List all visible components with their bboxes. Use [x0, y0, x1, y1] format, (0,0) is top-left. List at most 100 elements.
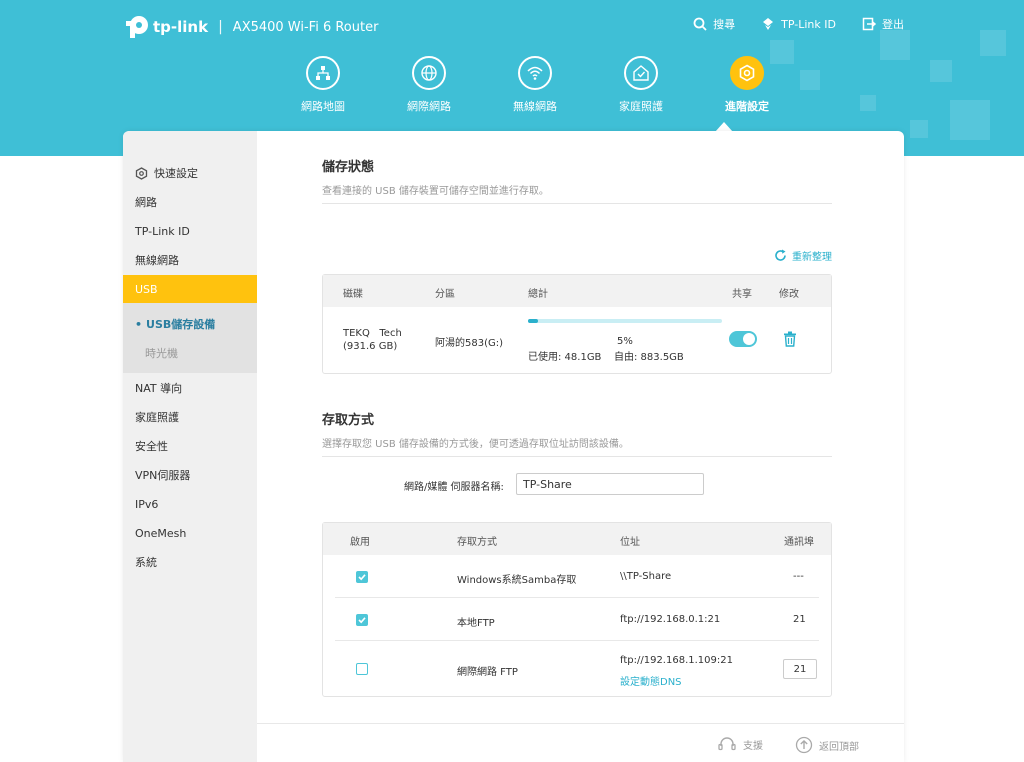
sidebar-item-label: 快速設定	[154, 167, 198, 180]
back-to-top-label: 返回頂部	[819, 741, 859, 753]
enable-internet-ftp-checkbox[interactable]	[356, 663, 368, 675]
support-link[interactable]: 支援	[717, 736, 763, 752]
disk-partition: 阿湯的583(G:)	[435, 338, 504, 349]
sidebar-item-label: 安全性	[135, 440, 168, 453]
back-to-top-link[interactable]: 返回頂部	[795, 736, 859, 754]
toggle-knob	[743, 333, 755, 345]
sidebar-item-security[interactable]: 安全性	[123, 432, 257, 460]
sidebar-item-vpn[interactable]: VPN伺服器	[123, 461, 257, 489]
col-total: 總計	[528, 289, 548, 300]
free-space: 自由: 883.5GB	[614, 352, 684, 363]
col-share: 共享	[732, 289, 752, 300]
sidebar-item-system[interactable]: 系統	[123, 548, 257, 576]
sidebar-item-quick-setup[interactable]: 快速設定	[123, 159, 257, 187]
sidebar-item-label: 家庭照護	[135, 411, 179, 424]
server-name-input[interactable]	[516, 473, 704, 495]
share-toggle[interactable]	[729, 331, 757, 347]
arrow-up-circle-icon	[795, 736, 813, 754]
sidebar-item-wireless[interactable]: 無線網路	[123, 246, 257, 274]
col-address: 位址	[620, 537, 640, 548]
disk-name: TEKQ Tech (931.6 GB)	[343, 328, 405, 352]
method-samba: Windows系統Samba存取	[457, 575, 577, 586]
nav-advanced[interactable]: 進階設定	[694, 56, 800, 114]
usb-submenu: • USB儲存設備 時光機	[123, 303, 257, 373]
sidebar-subitem-usb-storage[interactable]: • USB儲存設備	[123, 310, 257, 338]
sidebar-item-usb[interactable]: USB	[123, 275, 257, 303]
wifi-icon	[518, 56, 552, 90]
sidebar-item-label: OneMesh	[135, 526, 187, 540]
search-icon	[693, 17, 707, 31]
internet-ftp-port-input[interactable]	[783, 659, 817, 679]
network-map-icon	[306, 56, 340, 90]
brand-name: tp-link	[153, 18, 209, 36]
table-row: 本地FTP ftp://192.168.0.1:21 21	[323, 598, 831, 641]
sidebar: 快速設定 網路 TP-Link ID 無線網路 USB • USB儲存設備 時光…	[123, 131, 257, 762]
address-local-ftp: ftp://192.168.0.1:21	[620, 614, 721, 625]
sidebar-item-home-care[interactable]: 家庭照護	[123, 403, 257, 431]
address-internet-ftp: ftp://192.168.1.109:21	[620, 655, 733, 666]
sidebar-item-label: 無線網路	[135, 254, 179, 267]
sidebar-item-label: 系統	[135, 556, 157, 569]
search-link-label: 搜尋	[713, 18, 736, 31]
sidebar-item-nat[interactable]: NAT 導向	[123, 374, 257, 402]
enable-samba-checkbox[interactable]	[356, 571, 368, 583]
nav-wireless-label: 無線網路	[513, 100, 557, 113]
internet-globe-icon	[412, 56, 446, 90]
server-name-label: 網路/媒體 伺服器名稱:	[404, 482, 504, 493]
logout-icon	[862, 17, 876, 31]
sidebar-subitem-label: 時光機	[145, 347, 178, 360]
sidebar-item-ipv6[interactable]: IPv6	[123, 490, 257, 518]
sidebar-item-label: USB	[135, 282, 158, 296]
used-space: 已使用: 48.1GB	[528, 352, 602, 363]
col-enable: 啟用	[350, 537, 370, 548]
nav-internet[interactable]: 網際網路	[376, 56, 482, 114]
col-partition: 分區	[435, 289, 455, 300]
sidebar-item-label: NAT 導向	[135, 382, 183, 395]
headset-support-icon	[718, 737, 736, 751]
support-label: 支援	[743, 740, 763, 752]
access-table-header: 啟用 存取方式 位址 通訊埠	[323, 523, 831, 555]
nav-wireless[interactable]: 無線網路	[482, 56, 588, 114]
method-internet-ftp: 網際網路 FTP	[457, 667, 518, 678]
sidebar-item-network[interactable]: 網路	[123, 188, 257, 216]
address-samba: \\TP-Share	[620, 571, 672, 582]
router-model: AX5400 Wi-Fi 6 Router	[232, 19, 379, 35]
home-care-icon	[624, 56, 658, 90]
logout-link[interactable]: 登出	[862, 16, 904, 32]
port-local-ftp: 21	[793, 614, 806, 625]
main-card: 快速設定 網路 TP-Link ID 無線網路 USB • USB儲存設備 時光…	[123, 131, 904, 762]
brand-separator: |	[218, 19, 223, 35]
main-nav: 網路地圖 網際網路 無線網路 家庭照護 進階設定	[270, 56, 800, 114]
sidebar-item-label: VPN伺服器	[135, 469, 191, 482]
access-desc: 選擇存取您 USB 儲存設備的方式後，便可透過存取位址訪問該設備。	[322, 435, 832, 457]
ddns-settings-link[interactable]: 設定動態DNS	[620, 673, 682, 688]
storage-desc: 查看連接的 USB 儲存裝置可儲存空間並進行存取。	[322, 182, 832, 204]
logout-link-label: 登出	[882, 18, 904, 31]
nav-home-care[interactable]: 家庭照護	[588, 56, 694, 114]
top-links: 搜尋 TP-Link ID 登出	[693, 16, 904, 32]
active-bullet: •	[135, 317, 143, 331]
nav-advanced-label: 進階設定	[725, 100, 769, 113]
access-table: 啟用 存取方式 位址 通訊埠 Windows系統Samba存取 \\TP-Sha…	[322, 522, 832, 697]
enable-local-ftp-checkbox[interactable]	[356, 614, 368, 626]
nav-home-care-label: 家庭照護	[619, 100, 663, 113]
sidebar-item-tplink-id[interactable]: TP-Link ID	[123, 217, 257, 245]
search-link[interactable]: 搜尋	[693, 16, 735, 32]
brand-logo[interactable]: tp-link | AX5400 Wi-Fi 6 Router	[123, 14, 378, 40]
quick-setup-icon	[135, 166, 148, 180]
port-samba: ---	[793, 571, 804, 582]
nav-internet-label: 網際網路	[407, 100, 451, 113]
sidebar-item-label: TP-Link ID	[135, 224, 190, 238]
sidebar-item-label: 網路	[135, 196, 157, 209]
trash-icon[interactable]	[783, 331, 797, 347]
tplink-id-icon	[763, 18, 774, 30]
sidebar-subitem-time-machine[interactable]: 時光機	[123, 339, 257, 367]
nav-network-map[interactable]: 網路地圖	[270, 56, 376, 114]
storage-table: 磁碟 分區 總計 共享 修改 TEKQ Tech (931.6 GB) 阿湯的5…	[322, 274, 832, 374]
sidebar-item-onemesh[interactable]: OneMesh	[123, 519, 257, 547]
nav-network-map-label: 網路地圖	[301, 100, 345, 113]
col-port: 通訊埠	[784, 537, 814, 548]
tplink-id-link[interactable]: TP-Link ID	[761, 16, 836, 32]
refresh-button[interactable]: 重新整理	[774, 248, 832, 263]
refresh-icon	[775, 249, 786, 261]
